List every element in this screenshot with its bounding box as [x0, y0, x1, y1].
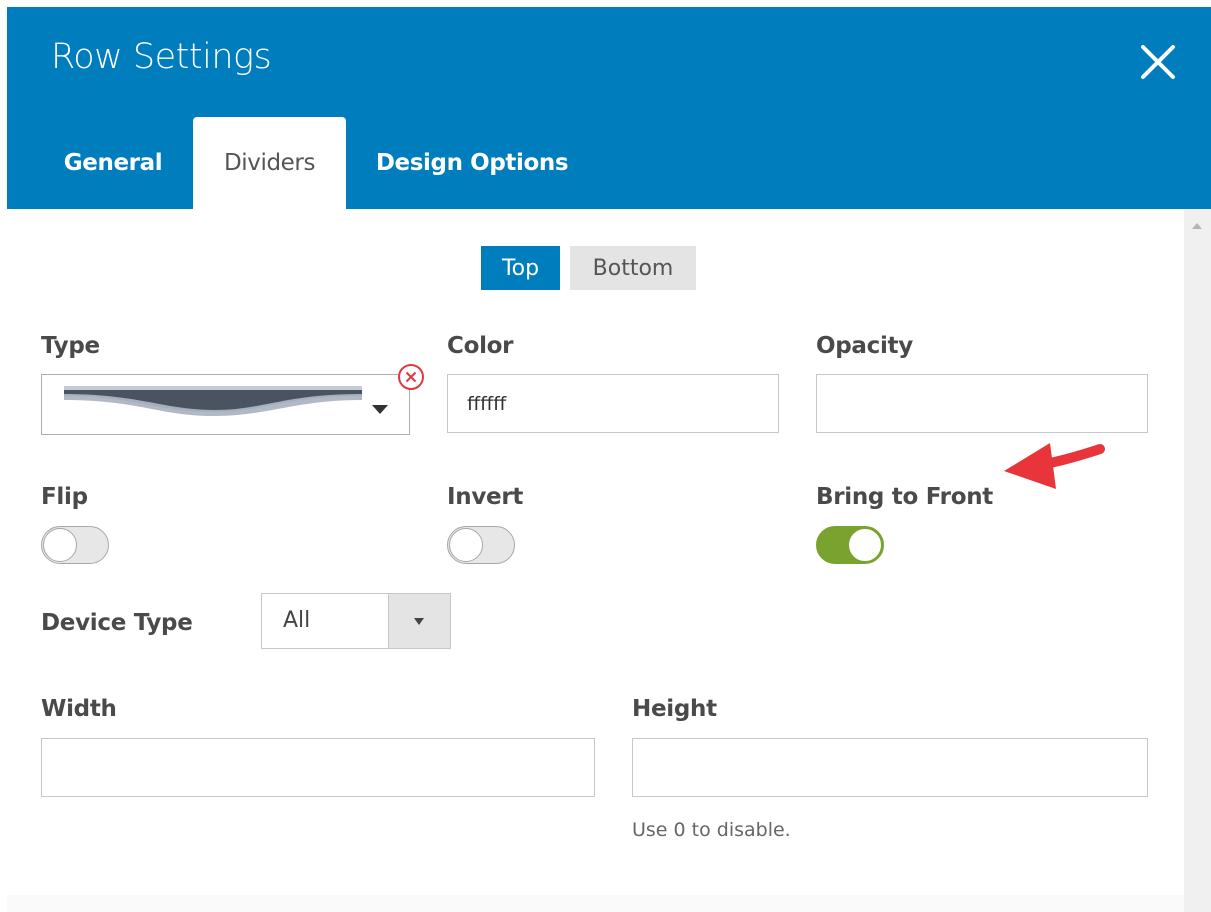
- device-type-dropdown-button[interactable]: [388, 594, 450, 648]
- red-arrow-icon: [1004, 443, 1105, 489]
- toggle-knob: [449, 528, 483, 562]
- device-type-select[interactable]: All: [261, 593, 451, 649]
- wave-divider-icon: [64, 386, 362, 416]
- tab-design-options[interactable]: Design Options: [357, 117, 587, 209]
- flip-toggle[interactable]: [41, 526, 109, 564]
- row-settings-dialog: Row Settings General Dividers Design Opt…: [7, 7, 1211, 912]
- dialog-title: Row Settings: [51, 37, 272, 77]
- height-label: Height: [632, 696, 717, 722]
- type-label: Type: [41, 333, 100, 359]
- close-button[interactable]: [1133, 37, 1183, 87]
- chevron-down-icon: [372, 405, 388, 414]
- bring-to-front-toggle[interactable]: [816, 526, 884, 564]
- position-bottom-button[interactable]: Bottom: [570, 246, 696, 290]
- height-hint: Use 0 to disable.: [632, 819, 791, 841]
- dialog-header: Row Settings General Dividers Design Opt…: [7, 7, 1211, 209]
- opacity-input[interactable]: [816, 374, 1148, 433]
- bring-to-front-label: Bring to Front: [816, 484, 993, 510]
- color-input[interactable]: ffffff: [447, 374, 779, 433]
- scroll-up-arrow-icon[interactable]: [1192, 223, 1202, 229]
- tab-general[interactable]: General: [51, 117, 175, 209]
- chevron-down-icon: [414, 618, 424, 625]
- clear-circle-x-icon: [398, 364, 424, 390]
- toggle-knob: [43, 528, 77, 562]
- clear-type-button[interactable]: [397, 363, 425, 391]
- toggle-knob: [848, 528, 882, 562]
- height-input[interactable]: [632, 738, 1148, 797]
- dialog-footer-edge: [7, 895, 1184, 912]
- type-select[interactable]: [41, 374, 410, 435]
- width-input[interactable]: [41, 738, 595, 797]
- invert-toggle[interactable]: [447, 526, 515, 564]
- device-type-label: Device Type: [41, 610, 193, 636]
- width-label: Width: [41, 696, 117, 722]
- invert-label: Invert: [447, 484, 524, 510]
- tab-dividers[interactable]: Dividers: [193, 117, 346, 209]
- device-type-value: All: [283, 608, 311, 633]
- position-top-button[interactable]: Top: [481, 246, 560, 290]
- opacity-label: Opacity: [816, 333, 913, 359]
- close-icon: [1141, 45, 1175, 79]
- flip-label: Flip: [41, 484, 88, 510]
- color-label: Color: [447, 333, 514, 359]
- vertical-scrollbar[interactable]: [1184, 209, 1211, 912]
